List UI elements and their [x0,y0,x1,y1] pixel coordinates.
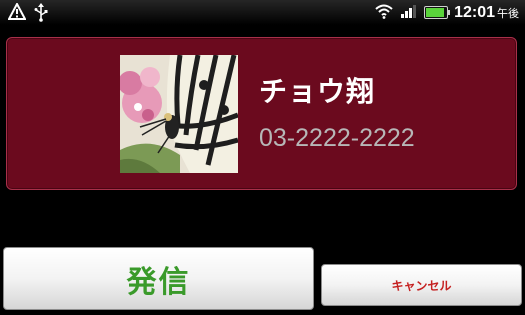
usb-icon [34,2,48,26]
clock: 12:01 [454,3,495,21]
signal-icon [400,3,418,23]
warning-icon [7,1,27,25]
contact-phone-number: 03-2222-2222 [259,124,415,152]
call-button-label: 発信 [126,264,191,300]
cancel-button-label: キャンセル [391,278,452,293]
battery-level-fill [426,8,445,17]
status-bar: 12:01 午後 [0,0,525,25]
contact-photo [120,55,238,173]
battery-icon [424,6,451,19]
wifi-icon [374,3,394,23]
cancel-button[interactable]: キャンセル [321,264,522,306]
clock-ampm: 午後 [497,6,519,20]
call-button[interactable]: 発信 [3,247,314,310]
notification-icons [7,1,48,26]
system-icons: 12:01 午後 [374,2,519,23]
contact-card: チョウ翔 03-2222-2222 [6,37,517,190]
contact-name: チョウ翔 [259,75,376,108]
